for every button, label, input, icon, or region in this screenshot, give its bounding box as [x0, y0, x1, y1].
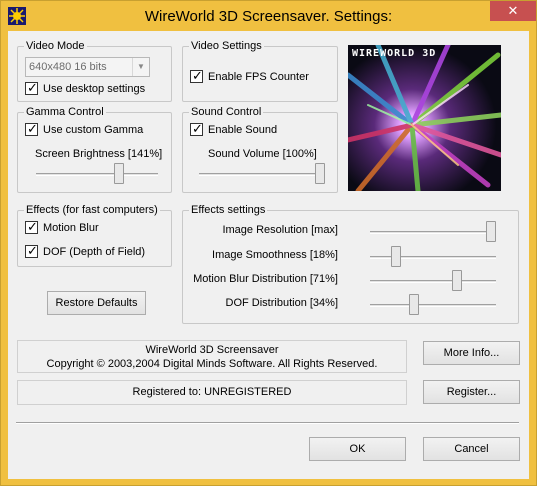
- volume-label: Sound Volume [100%]: [208, 148, 317, 160]
- slider-thumb[interactable]: [452, 270, 463, 291]
- slider-track: [36, 173, 158, 176]
- motion-blur-checkbox[interactable]: Motion Blur: [25, 219, 99, 235]
- volume-slider[interactable]: [199, 163, 325, 185]
- use-desktop-checkbox[interactable]: Use desktop settings: [25, 80, 146, 96]
- motion-blur-distribution-slider[interactable]: [370, 270, 496, 292]
- title-bar[interactable]: WireWorld 3D Screensaver. Settings: ✕: [1, 1, 536, 31]
- enable-sound-checkbox[interactable]: Enable Sound: [190, 121, 278, 137]
- checkbox-icon: [25, 121, 38, 137]
- effects-group: Effects (for fast computers) Motion Blur…: [17, 204, 172, 267]
- video-settings-label: Video Settings: [189, 40, 264, 52]
- dof-checkbox[interactable]: DOF (Depth of Field): [25, 243, 146, 259]
- checkbox-icon: [190, 68, 203, 84]
- slider-track: [199, 173, 325, 176]
- gamma-control-label: Gamma Control: [24, 106, 106, 118]
- brightness-slider[interactable]: [36, 163, 158, 185]
- more-info-button[interactable]: More Info...: [423, 341, 520, 365]
- slider-thumb[interactable]: [390, 246, 401, 267]
- checkbox-icon: [25, 219, 38, 235]
- effects-settings-label: Effects settings: [189, 204, 268, 216]
- registration-text: Registered to: UNREGISTERED: [132, 386, 292, 398]
- custom-gamma-checkbox[interactable]: Use custom Gamma: [25, 121, 144, 137]
- checkbox-icon: [25, 80, 38, 96]
- preview-image: WIREWORLD 3D: [348, 45, 501, 191]
- checkbox-icon: [25, 243, 38, 259]
- chevron-down-icon: ▼: [132, 58, 149, 76]
- image-resolution-label: Image Resolution [max]: [222, 224, 338, 236]
- fps-counter-checkbox[interactable]: Enable FPS Counter: [190, 68, 309, 84]
- slider-track: [370, 256, 496, 259]
- custom-gamma-label: Use custom Gamma: [43, 123, 144, 136]
- image-smoothness-slider[interactable]: [370, 246, 496, 268]
- sound-control-group: Sound Control Enable Sound Sound Volume …: [182, 106, 338, 193]
- motion-blur-distribution-label: Motion Blur Distribution [71%]: [193, 273, 338, 285]
- fps-counter-label: Enable FPS Counter: [208, 70, 309, 83]
- effects-label: Effects (for fast computers): [24, 204, 160, 216]
- enable-sound-label: Enable Sound: [208, 123, 278, 136]
- divider: [16, 422, 519, 424]
- sound-control-label: Sound Control: [189, 106, 264, 118]
- close-icon: ✕: [507, 3, 519, 18]
- video-settings-group: Video Settings Enable FPS Counter: [182, 40, 338, 102]
- ok-button[interactable]: OK: [309, 437, 406, 461]
- dof-distribution-label: DOF Distribution [34%]: [225, 297, 338, 309]
- slider-thumb[interactable]: [114, 163, 125, 184]
- image-smoothness-label: Image Smoothness [18%]: [212, 249, 338, 261]
- resolution-select[interactable]: 640x480 16 bits ▼: [25, 57, 150, 77]
- preview-caption: WIREWORLD 3D: [352, 48, 437, 59]
- effects-settings-group: Effects settings Image Resolution [max] …: [182, 204, 519, 324]
- copyright-text: Copyright © 2003,2004 Digital Minds Soft…: [46, 358, 378, 370]
- slider-thumb[interactable]: [409, 294, 420, 315]
- product-info-box: WireWorld 3D Screensaver Copyright © 200…: [17, 340, 407, 373]
- registration-box: Registered to: UNREGISTERED: [17, 380, 407, 405]
- slider-track: [370, 231, 496, 234]
- dof-label: DOF (Depth of Field): [43, 245, 146, 258]
- slider-thumb[interactable]: [486, 221, 496, 242]
- close-button[interactable]: ✕: [490, 1, 536, 21]
- motion-blur-label: Motion Blur: [43, 221, 99, 234]
- checkbox-icon: [190, 121, 203, 137]
- restore-defaults-button[interactable]: Restore Defaults: [47, 291, 146, 315]
- image-resolution-slider[interactable]: [370, 221, 496, 243]
- use-desktop-label: Use desktop settings: [43, 82, 146, 95]
- register-button[interactable]: Register...: [423, 380, 520, 404]
- brightness-label: Screen Brightness [141%]: [35, 148, 163, 160]
- video-mode-label: Video Mode: [24, 40, 87, 52]
- product-name: WireWorld 3D Screensaver: [145, 344, 279, 356]
- settings-window: WireWorld 3D Screensaver. Settings: ✕ Vi…: [0, 0, 537, 486]
- gamma-control-group: Gamma Control Use custom Gamma Screen Br…: [17, 106, 172, 193]
- video-mode-group: Video Mode 640x480 16 bits ▼ Use desktop…: [17, 40, 172, 102]
- dof-distribution-slider[interactable]: [370, 294, 496, 316]
- dialog-body: Video Mode 640x480 16 bits ▼ Use desktop…: [8, 31, 529, 479]
- resolution-value: 640x480 16 bits: [29, 61, 107, 73]
- slider-thumb[interactable]: [315, 163, 325, 184]
- slider-track: [370, 304, 496, 307]
- cancel-button[interactable]: Cancel: [423, 437, 520, 461]
- window-title: WireWorld 3D Screensaver. Settings:: [144, 8, 393, 25]
- slider-track: [370, 280, 496, 283]
